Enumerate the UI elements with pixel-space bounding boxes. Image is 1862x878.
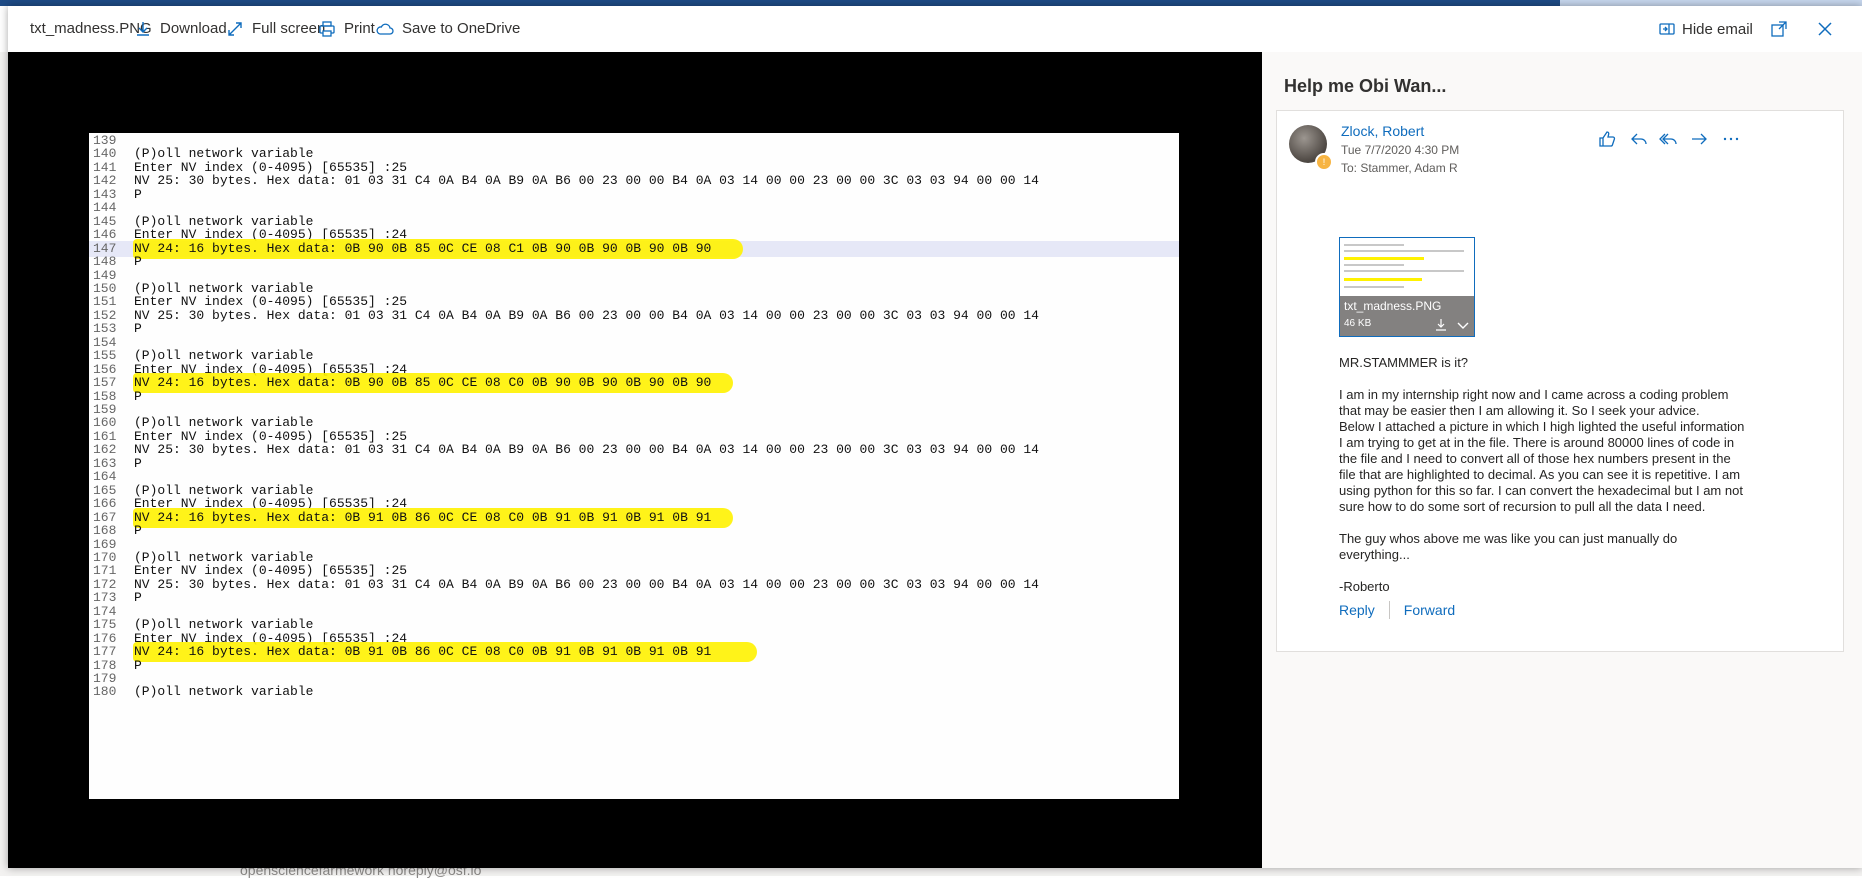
save-onedrive-label: Save to OneDrive [402, 20, 521, 37]
preview-toolbar: txt_madness.PNG Download Full screen Pri… [8, 6, 1862, 52]
more-icon [1723, 137, 1739, 141]
reply-link[interactable]: Reply [1339, 602, 1375, 618]
email-card: ! Zlock, Robert Tue 7/7/2020 4:30 PM To:… [1276, 110, 1844, 652]
email-recipients: To: Stammer, Adam R [1341, 161, 1458, 175]
forward-link[interactable]: Forward [1404, 602, 1455, 618]
body-paragraph: MR.STAMMMER is it? [1339, 355, 1469, 370]
email-reading-pane: Help me Obi Wan... ! Zlock, Robert Tue 7… [1262, 52, 1862, 868]
divider [1388, 601, 1390, 619]
like-button[interactable] [1597, 129, 1621, 153]
attachment-card[interactable]: txt_madness.PNG 46 KB [1339, 237, 1475, 337]
reply-icon-button[interactable] [1629, 129, 1653, 153]
print-label: Print [344, 20, 375, 37]
attachment-download-icon[interactable] [1434, 318, 1448, 332]
email-subject: Help me Obi Wan... [1284, 76, 1447, 96]
image-viewer: 139 140 (P)oll network variable 141 Enter NV… [8, 52, 1262, 868]
sender-name[interactable]: Zlock, Robert [1341, 123, 1424, 139]
attachment-name: txt_madness.PNG [1344, 299, 1442, 313]
more-actions-button[interactable] [1721, 129, 1745, 153]
reply-forward-row: Reply Forward [1339, 601, 1455, 619]
download-icon [137, 22, 149, 36]
save-onedrive-button[interactable]: Save to OneDrive [376, 6, 520, 52]
forward-icon-button[interactable] [1689, 129, 1713, 153]
email-body: MR.STAMMMER is it? I am in my internship… [1339, 355, 1749, 611]
email-date: Tue 7/7/2020 4:30 PM [1341, 143, 1460, 157]
attachment-size: 46 KB [1344, 318, 1372, 329]
reply-all-icon [1659, 133, 1677, 145]
hide-email-button[interactable]: Hide email [1658, 6, 1753, 52]
chevron-down-icon[interactable] [1456, 318, 1470, 332]
fullscreen-label: Full screen [252, 20, 326, 37]
fullscreen-icon [228, 22, 242, 36]
hide-pane-icon [1659, 23, 1675, 35]
body-paragraph: I am in my internship right now and I ca… [1339, 387, 1745, 514]
background-bottom-strip: opensciencefarmework noreply@osf.io [0, 862, 1862, 878]
background-left-strip [0, 52, 8, 876]
forward-icon [1692, 133, 1707, 145]
download-label: Download [160, 20, 227, 37]
print-icon [319, 21, 335, 37]
attachment-preview-modal: txt_madness.PNG Download Full screen Pri… [8, 6, 1862, 868]
hide-email-label: Hide email [1682, 20, 1753, 38]
reply-icon [1631, 133, 1647, 145]
code-line: 180 (P)oll network variable [89, 684, 1179, 700]
fullscreen-button[interactable]: Full screen [226, 6, 325, 52]
line-number: 180 [93, 684, 117, 700]
close-icon [1818, 22, 1832, 36]
pop-out-button[interactable] [1770, 6, 1788, 52]
reply-all-button[interactable] [1659, 129, 1683, 153]
previewed-image: 139 140 (P)oll network variable 141 Enter NV… [89, 133, 1179, 799]
body-paragraph: The guy whos above me was like you can j… [1339, 531, 1678, 562]
download-button[interactable]: Download [134, 6, 227, 52]
body-paragraph: -Roberto [1339, 579, 1390, 594]
close-button[interactable] [1816, 6, 1834, 52]
pop-out-icon [1771, 21, 1787, 37]
line-text: (P)oll network variable [134, 684, 314, 700]
thumbs-up-icon [1599, 131, 1616, 147]
presence-badge-icon: ! [1315, 153, 1333, 171]
print-button[interactable]: Print [318, 6, 375, 52]
cloud-icon [376, 23, 394, 35]
